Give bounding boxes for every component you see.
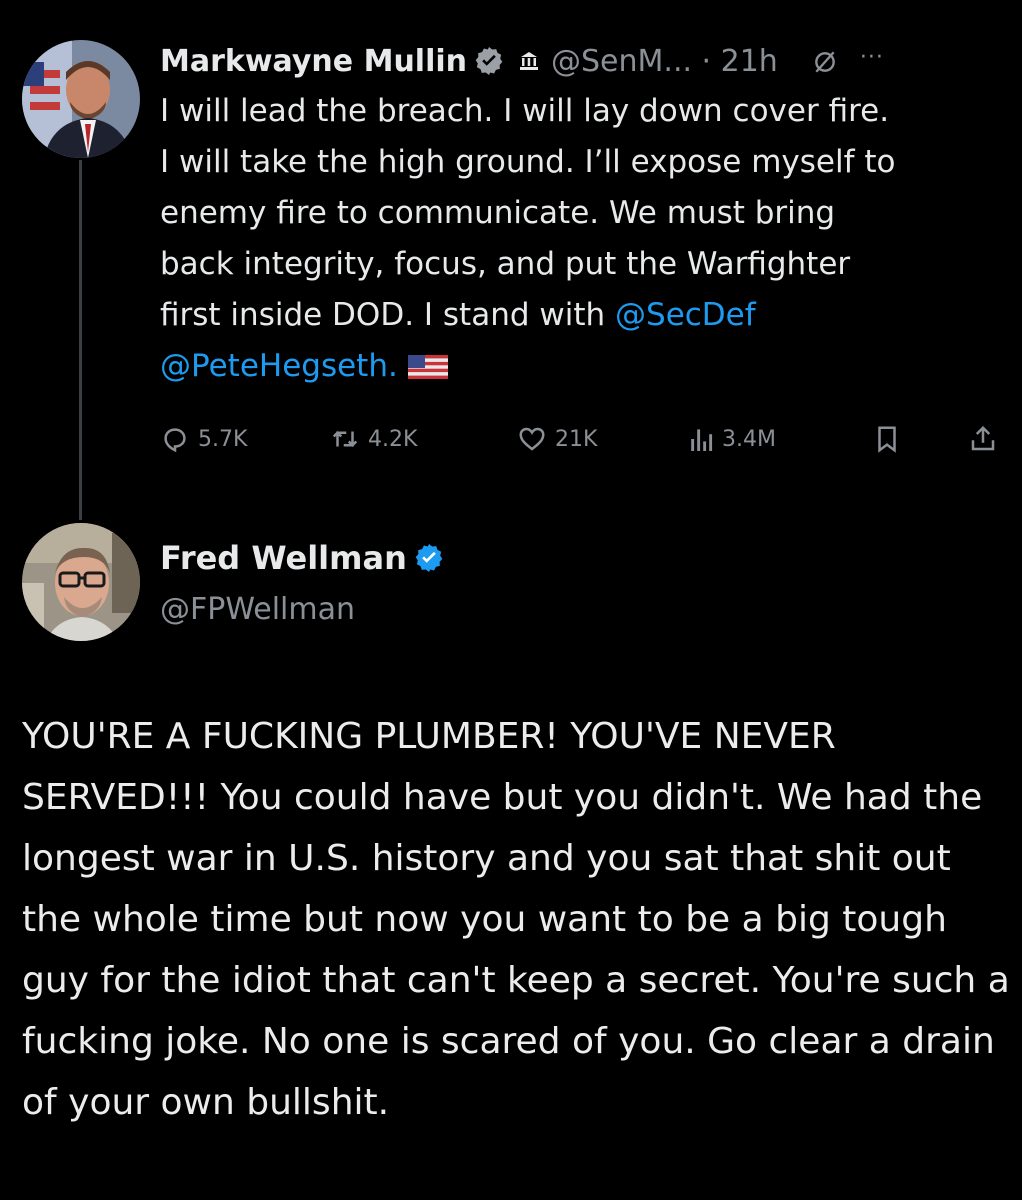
tweet-actions-bar: 5.7K 4.2K 21K 3.4M: [160, 418, 1006, 460]
grok-icon[interactable]: [812, 48, 838, 74]
bookmark-button[interactable]: [872, 418, 910, 460]
more-options-icon[interactable]: ···: [860, 45, 884, 70]
verified-badge-icon: [413, 542, 445, 574]
reply-count: 5.7K: [198, 426, 248, 452]
retweet-button[interactable]: 4.2K: [330, 418, 417, 460]
reply-header: Fred Wellman @FPWellman: [160, 535, 445, 633]
share-icon: [968, 424, 1006, 454]
tweet-body-line: back integrity, focus, and put the Warfi…: [160, 246, 851, 282]
tweet-body: I will lead the breach. I will lay down …: [160, 86, 1010, 392]
handle-and-timestamp[interactable]: @SenM... · 21h: [551, 44, 778, 79]
views-count: 3.4M: [722, 426, 776, 452]
tweet-body-line: I will take the high ground. I’ll expose…: [160, 144, 896, 180]
thread-connector-line: [79, 160, 82, 520]
bookmark-icon: [872, 424, 910, 454]
like-count: 21K: [555, 426, 598, 452]
views-button[interactable]: 3.4M: [690, 418, 776, 460]
reply-author-name[interactable]: Fred Wellman: [160, 539, 407, 577]
heart-icon: [517, 424, 555, 454]
reply-author-handle[interactable]: @FPWellman: [160, 587, 445, 633]
reply-body: YOU'RE A FUCKING PLUMBER! YOU'VE NEVER S…: [22, 716, 1010, 1123]
government-building-icon: [517, 49, 542, 73]
mention-link-secdef[interactable]: @SecDef: [615, 297, 756, 333]
us-flag-icon: [407, 344, 448, 379]
retweet-icon: [330, 424, 368, 454]
reply-author-row: Fred Wellman: [160, 535, 445, 581]
author-avatar[interactable]: [22, 40, 140, 158]
share-button[interactable]: [968, 418, 1006, 460]
reply-icon: [160, 424, 198, 454]
views-chart-icon: [690, 424, 722, 454]
tweet-body-line: I will lead the breach. I will lay down …: [160, 93, 890, 129]
tweet-body-text: first inside DOD. I stand with: [160, 297, 616, 333]
mention-link-petehegseth[interactable]: @PeteHegseth.: [160, 348, 398, 384]
retweet-count: 4.2K: [368, 426, 418, 452]
like-button[interactable]: 21K: [517, 418, 597, 460]
reply-author-avatar[interactable]: [22, 523, 140, 641]
tweet-body-line: enemy fire to communicate. We must bring: [160, 195, 836, 231]
author-name[interactable]: Markwayne Mullin: [160, 44, 467, 79]
tweet-body-line: first inside DOD. I stand with @SecDef: [160, 290, 1010, 341]
reply-button[interactable]: 5.7K: [160, 418, 247, 460]
tweet-body-line: @PeteHegseth.: [160, 341, 1010, 392]
original-tweet[interactable]: Markwayne Mullin @SenM... · 21h ··· I wi…: [160, 36, 1010, 392]
verified-badge-icon: [473, 45, 505, 77]
tweet-header: Markwayne Mullin @SenM... · 21h ···: [160, 36, 1010, 86]
